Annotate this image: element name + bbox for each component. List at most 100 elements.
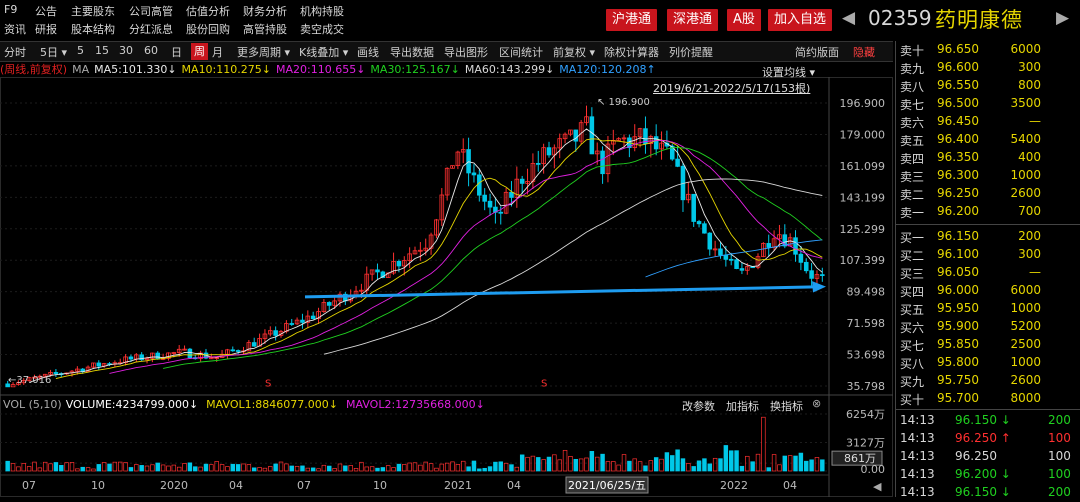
toolbar-item-10[interactable]: K线叠加 ▾ xyxy=(299,44,348,60)
toolbar-item-6[interactable]: 日 xyxy=(171,44,182,60)
sell-label: 卖五 xyxy=(900,134,925,148)
sell-row[interactable]: 卖三 96.300 1000 xyxy=(896,167,1080,185)
scroll-left-icon[interactable]: ◀ xyxy=(873,480,882,493)
volume-bar xyxy=(219,464,225,472)
volume-bar xyxy=(471,460,477,472)
sell-row[interactable]: 卖五 96.400 5400 xyxy=(896,131,1080,149)
prev-stock-icon[interactable]: ◀ xyxy=(842,8,855,28)
sell-qty: 700 xyxy=(1018,204,1041,218)
buy-qty: 6000 xyxy=(1010,283,1041,297)
kline-chart[interactable]: 196.900 179.000 161.099 143.199 125.299 107.3… xyxy=(0,77,893,497)
tag-button-2[interactable]: A股 xyxy=(727,9,761,31)
toolbar-item-0[interactable]: 分时 xyxy=(4,44,26,60)
toolbar-item-1[interactable]: 5日 ▾ xyxy=(40,44,67,60)
buy-row[interactable]: 买七 95.850 2500 xyxy=(896,336,1080,354)
trade-row: 14:13 96.250 100 xyxy=(896,448,1080,466)
candle-body xyxy=(498,211,504,214)
volume-bar xyxy=(289,465,294,472)
toolbar-item-12[interactable]: 导出数据 xyxy=(390,44,434,60)
next-stock-icon[interactable]: ▶ xyxy=(1056,8,1069,28)
volume-bar xyxy=(793,455,798,472)
high-marker: ↖ 196.900 xyxy=(597,97,650,108)
volume-bar xyxy=(273,463,278,472)
volume-bar xyxy=(300,465,305,472)
tag-button-0[interactable]: 沪港通 xyxy=(606,9,658,31)
buy-row[interactable]: 买六 95.900 5200 xyxy=(896,318,1080,336)
menu-item-r1-5[interactable]: 财务分析 xyxy=(243,3,287,19)
volume-bar xyxy=(268,466,273,472)
toolbar-item-14[interactable]: 区间统计 xyxy=(499,44,543,60)
menu-item-r1-3[interactable]: 公司高管 xyxy=(129,3,173,19)
menu-item-r2-0[interactable]: 资讯 xyxy=(4,21,26,37)
sell-row[interactable]: 卖一 96.200 700 xyxy=(896,203,1080,221)
menu-item-r1-1[interactable]: 公告 xyxy=(35,3,57,19)
sell-price: 96.500 xyxy=(937,96,979,110)
sell-label: 卖九 xyxy=(900,62,925,76)
toolbar-item-3[interactable]: 15 xyxy=(95,44,109,57)
toolbar-item-2[interactable]: 5 xyxy=(77,44,84,57)
toolbar-item-8[interactable]: 月 xyxy=(212,44,223,60)
volume-bar xyxy=(594,456,600,472)
price-tick-0: 196.900 xyxy=(840,97,886,110)
sell-price: 96.300 xyxy=(937,168,979,182)
sell-row[interactable]: 卖六 96.450 — xyxy=(896,113,1080,131)
menu-item-r2-4[interactable]: 股份回购 xyxy=(186,21,230,37)
x-tick-0: 07 xyxy=(22,479,36,492)
sell-row[interactable]: 卖十 96.650 6000 xyxy=(896,41,1080,59)
buy-row[interactable]: 买十 95.700 8000 xyxy=(896,390,1080,408)
volume-button-0[interactable]: 改参数 xyxy=(682,398,715,414)
menu-item-r2-3[interactable]: 分红派息 xyxy=(129,21,173,37)
tag-button-3[interactable]: 加入自选 xyxy=(768,9,833,31)
toolbar-item-11[interactable]: 画线 xyxy=(357,44,379,60)
toolbar-item-16[interactable]: 除权计算器 xyxy=(604,44,659,60)
close-icon[interactable]: ⊗ xyxy=(812,397,821,410)
buy-row[interactable]: 买八 95.800 1000 xyxy=(896,354,1080,372)
sell-row[interactable]: 卖九 96.600 300 xyxy=(896,59,1080,77)
candle-body xyxy=(235,350,241,352)
volume-bar xyxy=(310,467,316,472)
menu-item-r2-5[interactable]: 高管持股 xyxy=(243,21,287,37)
buy-price: 96.000 xyxy=(937,283,979,297)
buy-row[interactable]: 买九 95.750 2600 xyxy=(896,372,1080,390)
menu-item-r1-4[interactable]: 估值分析 xyxy=(186,3,230,19)
volume-button-1[interactable]: 加指标 xyxy=(726,398,759,414)
volume-bar xyxy=(53,462,59,472)
menu-item-r2-1[interactable]: 研报 xyxy=(35,21,57,37)
volume-bar xyxy=(80,466,85,472)
toolbar-item-7[interactable]: 周 xyxy=(191,43,208,60)
volume-button-2[interactable]: 换指标 xyxy=(770,398,803,414)
buy-row[interactable]: 买三 96.050 — xyxy=(896,264,1080,282)
ma-settings-button[interactable]: 设置均线 ▾ xyxy=(762,64,815,80)
buy-row[interactable]: 买四 96.000 6000 xyxy=(896,282,1080,300)
sell-row[interactable]: 卖七 96.500 3500 xyxy=(896,95,1080,113)
buy-row[interactable]: 买一 96.150 200 xyxy=(896,228,1080,246)
toolbar-item-4[interactable]: 30 xyxy=(119,44,133,57)
menu-item-r1-2[interactable]: 主要股东 xyxy=(71,3,115,19)
volume-bar xyxy=(664,452,670,472)
price-tick-5: 107.399 xyxy=(840,254,886,267)
sell-row[interactable]: 卖二 96.250 2600 xyxy=(896,185,1080,203)
toolbar-item-13[interactable]: 导出图形 xyxy=(444,44,488,60)
volume-bar xyxy=(728,450,734,472)
candle-body xyxy=(300,319,305,323)
toolbar-item-19[interactable]: 隐藏 xyxy=(853,44,875,60)
menu-item-r1-6[interactable]: 机构持股 xyxy=(300,3,344,19)
menu-item-r1-0[interactable]: F9 xyxy=(4,3,17,16)
toolbar-item-5[interactable]: 60 xyxy=(144,44,158,57)
x-tick-5: 10 xyxy=(373,479,387,492)
buy-row[interactable]: 买二 96.100 300 xyxy=(896,246,1080,264)
tag-button-1[interactable]: 深港通 xyxy=(667,9,719,31)
sell-row[interactable]: 卖八 96.550 800 xyxy=(896,77,1080,95)
toolbar-item-18[interactable]: 简约版面 xyxy=(795,44,839,60)
toolbar-item-17[interactable]: 列价提醒 xyxy=(669,44,713,60)
candle-body xyxy=(53,372,59,374)
volume-bar xyxy=(235,464,241,472)
menu-item-r2-2[interactable]: 股本结构 xyxy=(71,21,115,37)
volume-bar xyxy=(739,465,745,472)
toolbar-item-15[interactable]: 前复权 ▾ xyxy=(553,44,595,60)
toolbar-item-9[interactable]: 更多周期 ▾ xyxy=(237,44,290,60)
menu-item-r2-6[interactable]: 卖空成交 xyxy=(300,21,344,37)
sell-row[interactable]: 卖四 96.350 400 xyxy=(896,149,1080,167)
sell-label: 卖六 xyxy=(900,116,925,130)
buy-row[interactable]: 买五 95.950 1000 xyxy=(896,300,1080,318)
